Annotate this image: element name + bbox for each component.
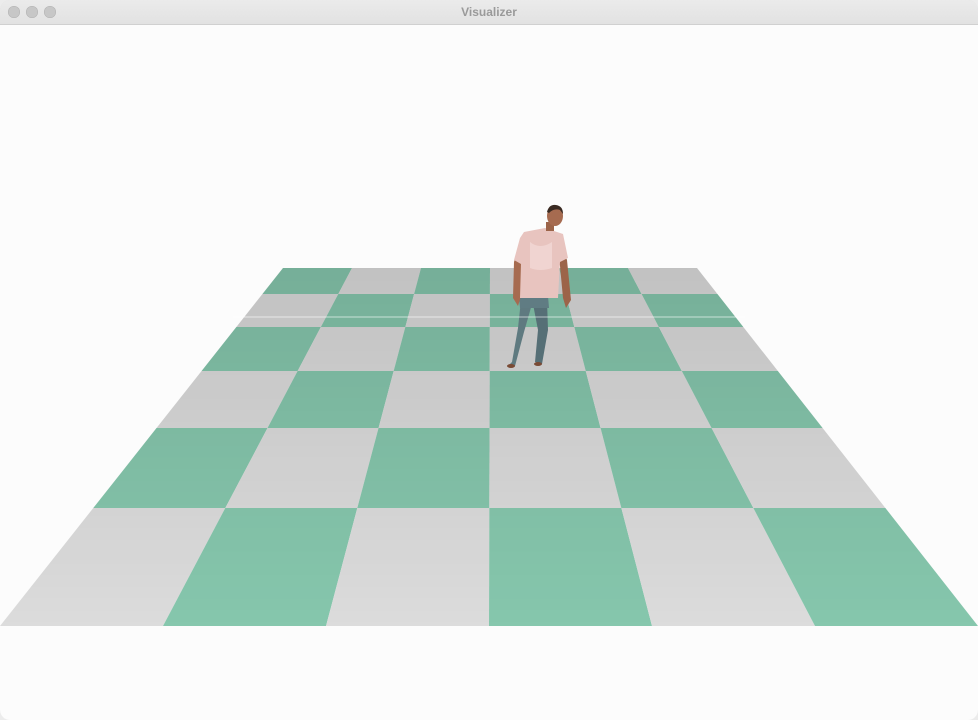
visualizer-window: Visualizer xyxy=(0,0,978,720)
scene-canvas[interactable] xyxy=(0,25,978,720)
shirt-highlight xyxy=(530,242,552,270)
left-foot xyxy=(507,364,515,368)
3d-viewport[interactable] xyxy=(0,25,978,720)
title-bar[interactable]: Visualizer xyxy=(0,0,978,25)
right-foot xyxy=(534,362,542,366)
floor-shading xyxy=(0,268,978,626)
window-title: Visualizer xyxy=(461,5,517,19)
